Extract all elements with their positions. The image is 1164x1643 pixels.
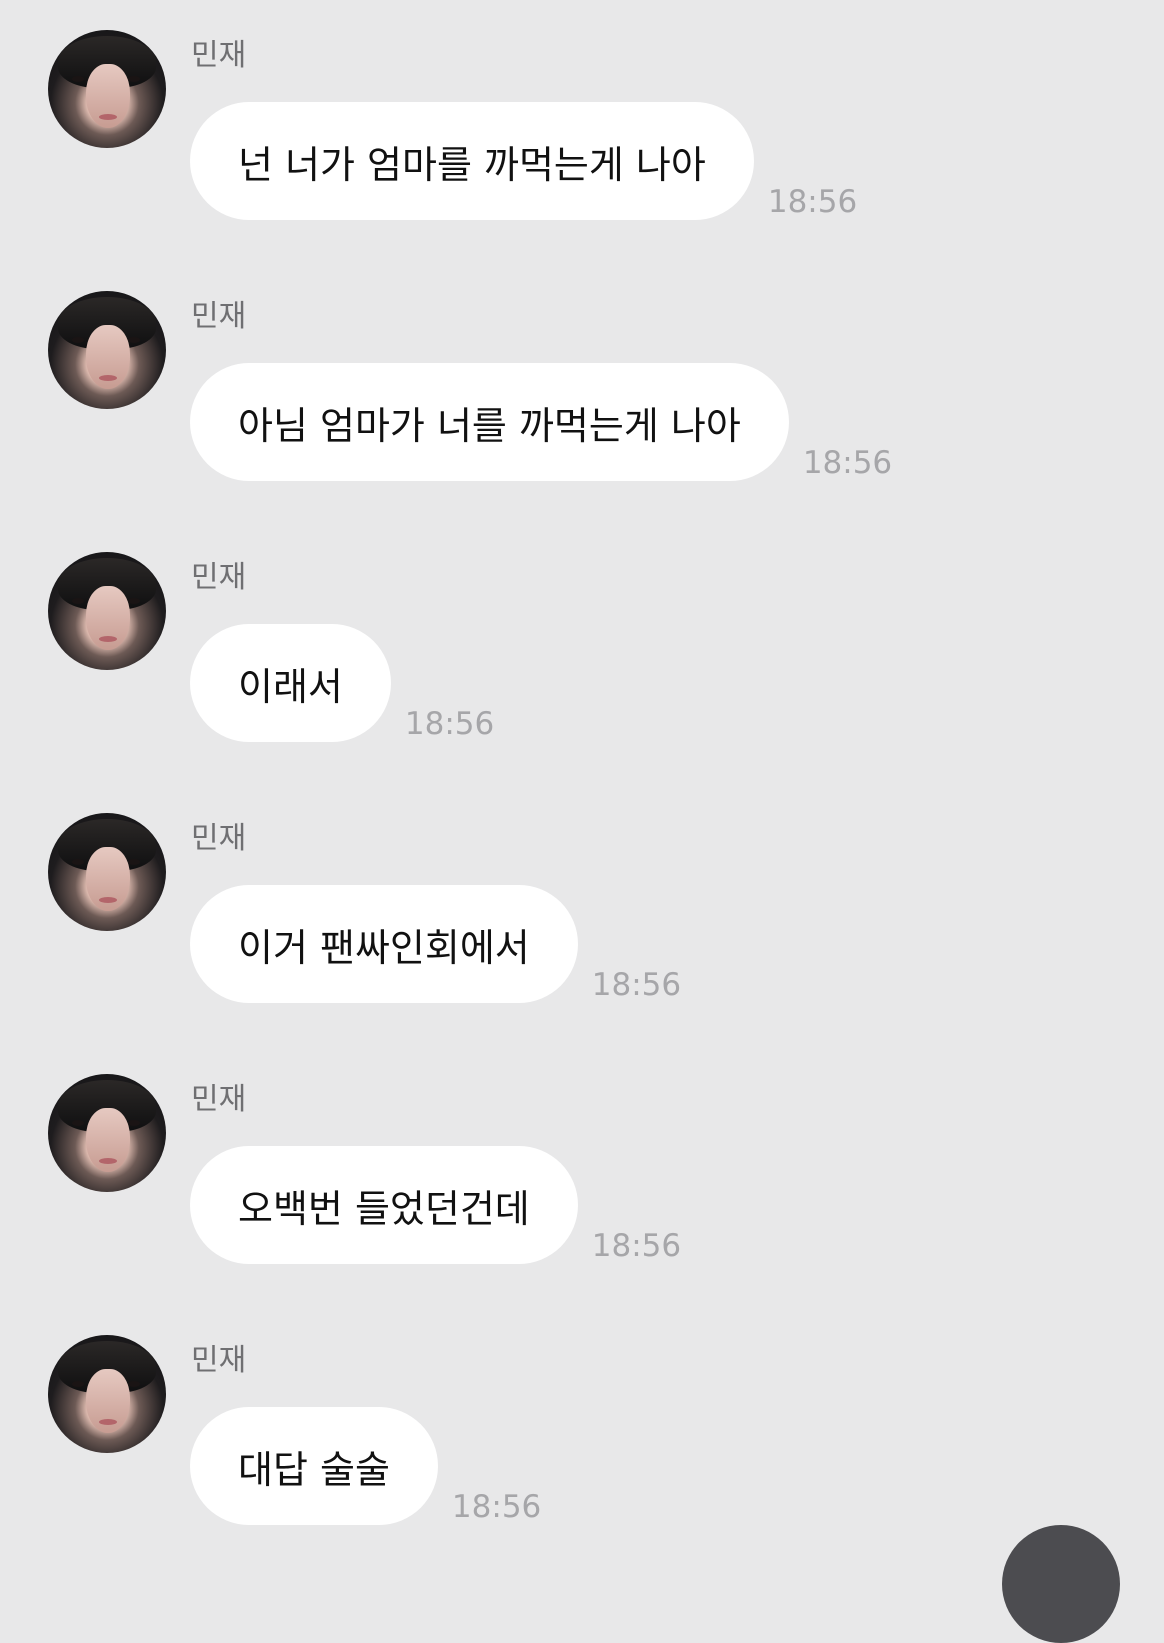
avatar-eye: [72, 1381, 84, 1387]
message-bubble[interactable]: 이거 팬싸인회에서: [190, 885, 578, 1003]
avatar-lips: [99, 375, 117, 381]
message-item: 민재 이거 팬싸인회에서 18:56: [0, 813, 1164, 1053]
message-bubble[interactable]: 이래서: [190, 624, 391, 742]
avatar[interactable]: [48, 813, 166, 931]
message-timestamp: 18:56: [591, 1228, 682, 1264]
sender-name: 민재: [191, 38, 247, 73]
avatar-eye: [128, 1120, 140, 1126]
avatar-lips: [99, 1158, 117, 1164]
message-timestamp: 18:56: [451, 1489, 542, 1525]
avatar-lips: [99, 114, 117, 120]
sender-name: 민재: [191, 1343, 247, 1378]
sender-name: 민재: [191, 299, 247, 334]
avatar-lips: [99, 1419, 117, 1425]
message-row: 이래서 18:56: [190, 624, 494, 742]
avatar[interactable]: [48, 1074, 166, 1192]
message-row: 넌 너가 엄마를 까먹는게 나아 18:56: [190, 102, 857, 220]
message-timestamp: 18:56: [802, 445, 893, 481]
sender-name: 민재: [191, 821, 247, 856]
avatar-eye: [128, 337, 140, 343]
message-bubble[interactable]: 아님 엄마가 너를 까먹는게 나아: [190, 363, 789, 481]
message-row: 아님 엄마가 너를 까먹는게 나아 18:56: [190, 363, 892, 481]
avatar-eye: [72, 1120, 84, 1126]
message-timestamp: 18:56: [767, 184, 858, 220]
sender-name: 민재: [191, 1082, 247, 1117]
avatar[interactable]: [48, 552, 166, 670]
avatar[interactable]: [48, 1335, 166, 1453]
message-row: 오백번 들었던건데 18:56: [190, 1146, 681, 1264]
avatar[interactable]: [48, 291, 166, 409]
message-bubble[interactable]: 넌 너가 엄마를 까먹는게 나아: [190, 102, 754, 220]
message-item: 민재 오백번 들었던건데 18:56: [0, 1074, 1164, 1314]
sender-name: 민재: [191, 560, 247, 595]
avatar-eye: [72, 76, 84, 82]
message-bubble[interactable]: 대답 술술: [190, 1407, 438, 1525]
avatar-eye: [72, 598, 84, 604]
avatar-eye: [128, 598, 140, 604]
message-item: 민재 이래서 18:56: [0, 552, 1164, 792]
scroll-down-button[interactable]: [1002, 1525, 1120, 1643]
avatar-eye: [72, 859, 84, 865]
message-timestamp: 18:56: [591, 967, 682, 1003]
message-item: 민재 대답 술술 18:56: [0, 1335, 1164, 1575]
avatar[interactable]: [48, 30, 166, 148]
message-bubble[interactable]: 오백번 들었던건데: [190, 1146, 578, 1264]
avatar-eye: [72, 337, 84, 343]
avatar-eye: [128, 859, 140, 865]
message-item: 민재 넌 너가 엄마를 까먹는게 나아 18:56: [0, 30, 1164, 270]
message-timestamp: 18:56: [404, 706, 495, 742]
message-item: 민재 아님 엄마가 너를 까먹는게 나아 18:56: [0, 291, 1164, 531]
avatar-eye: [128, 76, 140, 82]
message-row: 이거 팬싸인회에서 18:56: [190, 885, 681, 1003]
avatar-lips: [99, 897, 117, 903]
avatar-eye: [128, 1381, 140, 1387]
message-row: 대답 술술 18:56: [190, 1407, 541, 1525]
avatar-lips: [99, 636, 117, 642]
